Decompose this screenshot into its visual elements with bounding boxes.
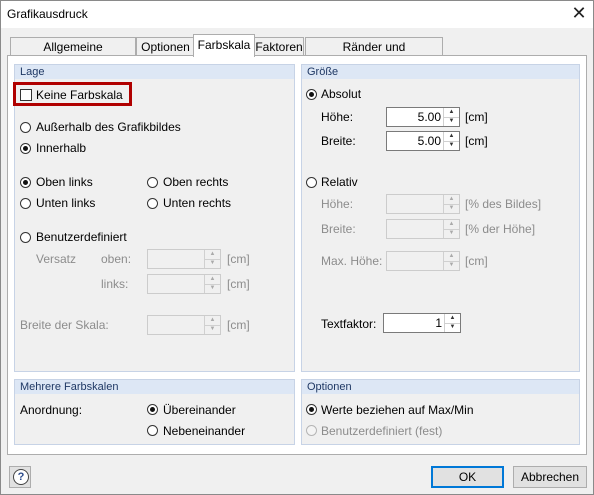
group-mehrere-title: Mehrere Farbskalen	[15, 380, 294, 394]
spin-down-icon[interactable]: ▼	[205, 259, 220, 268]
breite-der-skala-label: Breite der Skala:	[20, 318, 109, 332]
breite-value: 5.00	[417, 134, 441, 148]
unten-links-label: Unten links	[36, 196, 96, 210]
breite-label: Breite:	[321, 134, 356, 148]
help-icon: ?	[13, 469, 29, 485]
versatz-oben-input[interactable]: ▲ ▼	[147, 249, 221, 269]
oben-links-radio[interactable]	[20, 177, 31, 188]
spin-down-icon[interactable]: ▼	[444, 141, 459, 150]
breite-unit: [cm]	[465, 134, 488, 148]
hoehe-input[interactable]: 5.00 ▲ ▼	[386, 107, 460, 127]
rel-hoehe-input[interactable]: ▲ ▼	[386, 194, 460, 214]
versatz-links-unit: [cm]	[227, 277, 250, 291]
hoehe-unit: [cm]	[465, 110, 488, 124]
versatz-links-input[interactable]: ▲ ▼	[147, 274, 221, 294]
werte-max-min-label: Werte beziehen auf Max/Min	[321, 403, 474, 417]
ausserhalb-label: Außerhalb des Grafikbildes	[36, 120, 181, 134]
rel-breite-label: Breite:	[321, 222, 356, 236]
tab-optionen[interactable]: Optionen	[136, 37, 195, 56]
breite-der-skala-input[interactable]: ▲ ▼	[147, 315, 221, 335]
tab-raender-und-streckfaktoren[interactable]: Ränder und Streckfaktoren	[305, 37, 443, 72]
ok-button[interactable]: OK	[431, 466, 504, 488]
anordnung-label: Anordnung:	[20, 403, 83, 417]
unten-rechts-label: Unten rechts	[163, 196, 232, 210]
ausserhalb-radio[interactable]	[20, 122, 31, 133]
breite-input[interactable]: 5.00 ▲ ▼	[386, 131, 460, 151]
uebereinander-radio[interactable]	[147, 404, 158, 415]
oben-rechts-label: Oben rechts	[163, 175, 229, 189]
breite-der-skala-unit: [cm]	[227, 318, 250, 332]
cancel-button[interactable]: Abbrechen	[513, 466, 587, 488]
werte-max-min-radio[interactable]	[306, 404, 317, 415]
close-icon[interactable]: ✕	[569, 3, 589, 23]
spin-down-icon[interactable]: ▼	[444, 261, 459, 270]
group-optionen-title: Optionen	[302, 380, 579, 394]
window-title: Grafikausdruck	[7, 7, 88, 21]
relativ-label: Relativ	[321, 175, 358, 189]
spin-down-icon[interactable]: ▼	[445, 323, 460, 332]
group-groesse-title: Größe	[302, 65, 579, 79]
uebereinander-label: Übereinander	[163, 403, 236, 417]
dialog-window: Grafikausdruck ✕ Allgemeine Einstellunge…	[0, 0, 594, 495]
oben-links-label: Oben links	[36, 175, 93, 189]
highlight-frame	[13, 82, 132, 106]
benutzerdefiniert-label: Benutzerdefiniert	[36, 230, 127, 244]
title-bar	[1, 1, 593, 28]
max-hoehe-unit: [cm]	[465, 254, 488, 268]
textfaktor-input[interactable]: 1 ▲ ▼	[383, 313, 461, 333]
absolut-label: Absolut	[321, 87, 362, 101]
innerhalb-radio[interactable]	[20, 143, 31, 154]
versatz-oben-unit: [cm]	[227, 252, 250, 266]
hoehe-label: Höhe:	[321, 110, 354, 124]
tab-farbskala[interactable]: Farbskala	[193, 34, 255, 57]
spin-down-icon[interactable]: ▼	[205, 325, 220, 334]
unten-links-radio[interactable]	[20, 198, 31, 209]
textfaktor-value: 1	[435, 316, 442, 330]
spin-down-icon[interactable]: ▼	[444, 229, 459, 238]
nebeneinander-radio[interactable]	[147, 425, 158, 436]
spin-down-icon[interactable]: ▼	[444, 117, 459, 126]
textfaktor-label: Textfaktor:	[321, 317, 377, 331]
innerhalb-label: Innerhalb	[36, 141, 87, 155]
versatz-label: Versatz	[36, 252, 77, 266]
relativ-radio[interactable]	[306, 177, 317, 188]
max-hoehe-input[interactable]: ▲ ▼	[386, 251, 460, 271]
absolut-radio[interactable]	[306, 89, 317, 100]
nebeneinander-label: Nebeneinander	[163, 424, 246, 438]
rel-hoehe-label: Höhe:	[321, 197, 354, 211]
tab-faktoren[interactable]: Faktoren	[254, 37, 304, 56]
benutzerdefiniert-fest-label: Benutzerdefiniert (fest)	[321, 424, 443, 438]
max-hoehe-label: Max. Höhe:	[321, 254, 383, 268]
tab-allgemeine-einstellungen[interactable]: Allgemeine Einstellungen	[10, 37, 136, 72]
hoehe-value: 5.00	[417, 110, 441, 124]
versatz-oben-label: oben:	[101, 252, 132, 266]
unten-rechts-radio[interactable]	[147, 198, 158, 209]
oben-rechts-radio[interactable]	[147, 177, 158, 188]
group-lage-title: Lage	[15, 65, 294, 79]
benutzerdefiniert-radio[interactable]	[20, 232, 31, 243]
rel-hoehe-unit: [% des Bildes]	[465, 197, 542, 211]
benutzerdefiniert-fest-radio[interactable]	[306, 425, 317, 436]
versatz-links-label: links:	[101, 277, 129, 291]
rel-breite-unit: [% der Höhe]	[465, 222, 536, 236]
spin-down-icon[interactable]: ▼	[444, 204, 459, 213]
rel-breite-input[interactable]: ▲ ▼	[386, 219, 460, 239]
spin-down-icon[interactable]: ▼	[205, 284, 220, 293]
help-button[interactable]: ?	[9, 466, 31, 488]
